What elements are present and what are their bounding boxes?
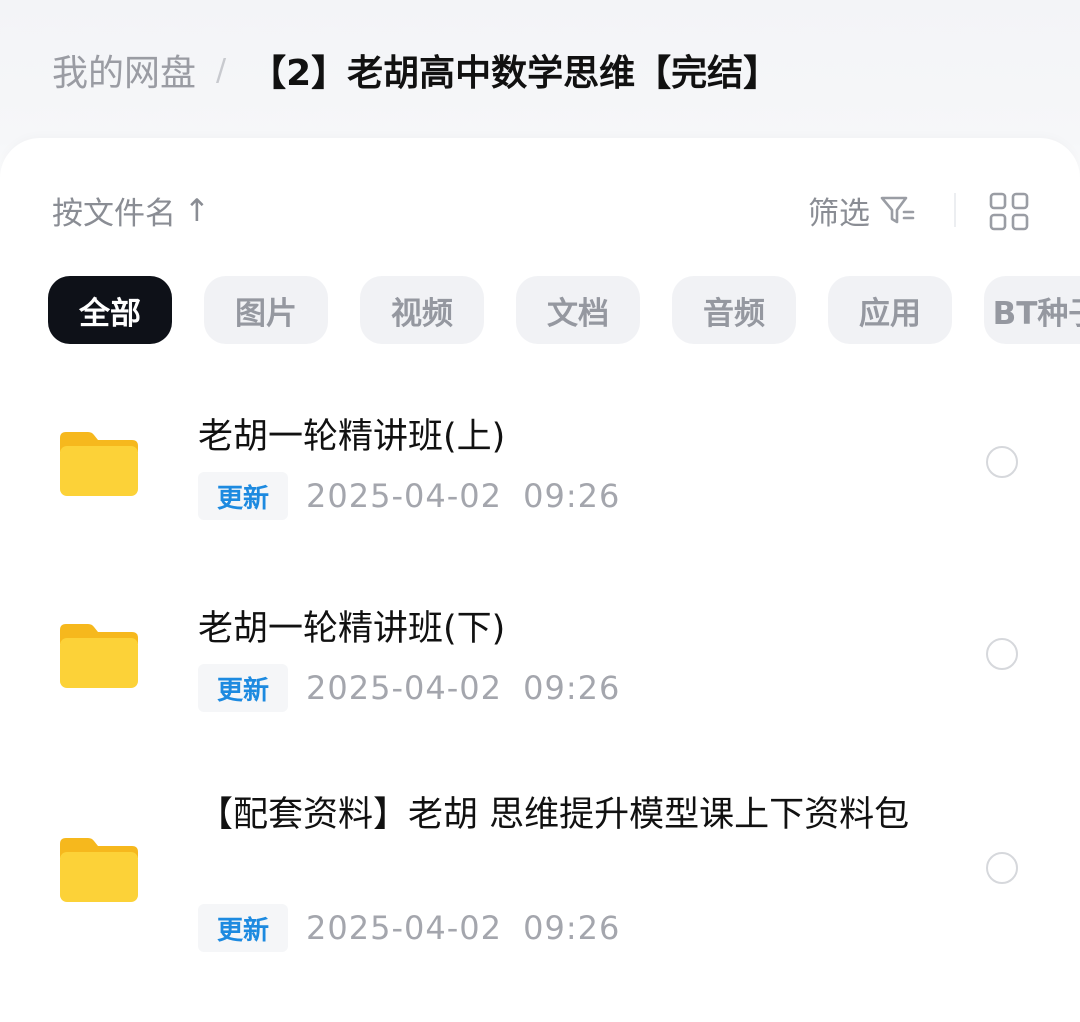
file-name: 老胡一轮精讲班(下) [198, 609, 506, 649]
filter-icon [880, 196, 915, 223]
file-row[interactable]: 老胡一轮精讲班(下) 更新 2025-04-02 09:26 [0, 578, 1080, 758]
chip-images[interactable]: 图片 [204, 276, 328, 344]
file-meta: 更新 2025-04-02 09:26 [198, 904, 620, 952]
file-timestamp: 2025-04-02 09:26 [306, 909, 621, 947]
sort-button[interactable]: 按文件名 ↑ [52, 188, 210, 233]
update-badge: 更新 [198, 904, 288, 952]
breadcrumb-separator: / [216, 52, 227, 88]
select-checkbox[interactable] [986, 638, 1018, 670]
breadcrumb-root-link[interactable]: 我的网盘 [52, 44, 196, 96]
file-meta: 更新 2025-04-02 09:26 [198, 664, 620, 712]
folder-icon [60, 624, 138, 688]
update-badge: 更新 [198, 664, 288, 712]
breadcrumb: 我的网盘 / 【2】老胡高中数学思维【完结】 [52, 40, 779, 100]
select-checkbox[interactable] [986, 446, 1018, 478]
update-badge: 更新 [198, 472, 288, 520]
filter-label: 筛选 [808, 196, 870, 232]
grid-view-icon[interactable] [988, 192, 1030, 232]
file-row[interactable]: 老胡一轮精讲班(上) 更新 2025-04-02 09:26 [0, 386, 1080, 566]
chip-documents[interactable]: 文档 [516, 276, 640, 344]
category-filter-chips: 全部 图片 视频 文档 音频 应用 BT种子 [48, 276, 1080, 344]
breadcrumb-current-folder: 【2】老胡高中数学思维【完结】 [250, 53, 780, 94]
file-list-panel: 按文件名 ↑ 筛选 全部 图片 视频 文档 音频 应用 BT种子 老胡一轮精讲班… [0, 138, 1080, 1022]
folder-icon [60, 432, 138, 496]
file-name: 【配套资料】老胡 思维提升模型课上下资料包 [198, 795, 910, 835]
folder-icon [60, 838, 138, 902]
chip-videos[interactable]: 视频 [360, 276, 484, 344]
file-timestamp: 2025-04-02 09:26 [306, 477, 621, 515]
chip-all[interactable]: 全部 [48, 276, 172, 344]
file-row[interactable]: 【配套资料】老胡 思维提升模型课上下资料包 更新 2025-04-02 09:2… [0, 770, 1080, 1000]
file-name: 老胡一轮精讲班(上) [198, 417, 506, 457]
file-meta: 更新 2025-04-02 09:26 [198, 472, 620, 520]
file-timestamp: 2025-04-02 09:26 [306, 669, 621, 707]
chip-apps[interactable]: 应用 [828, 276, 952, 344]
filter-button[interactable]: 筛选 [808, 188, 916, 233]
select-checkbox[interactable] [986, 852, 1018, 884]
sort-label: 按文件名 [52, 196, 176, 232]
chip-audio[interactable]: 音频 [672, 276, 796, 344]
toolbar-divider [954, 193, 956, 227]
chip-bt-torrents[interactable]: BT种子 [984, 276, 1080, 344]
sort-arrow-icon: ↑ [184, 192, 210, 229]
